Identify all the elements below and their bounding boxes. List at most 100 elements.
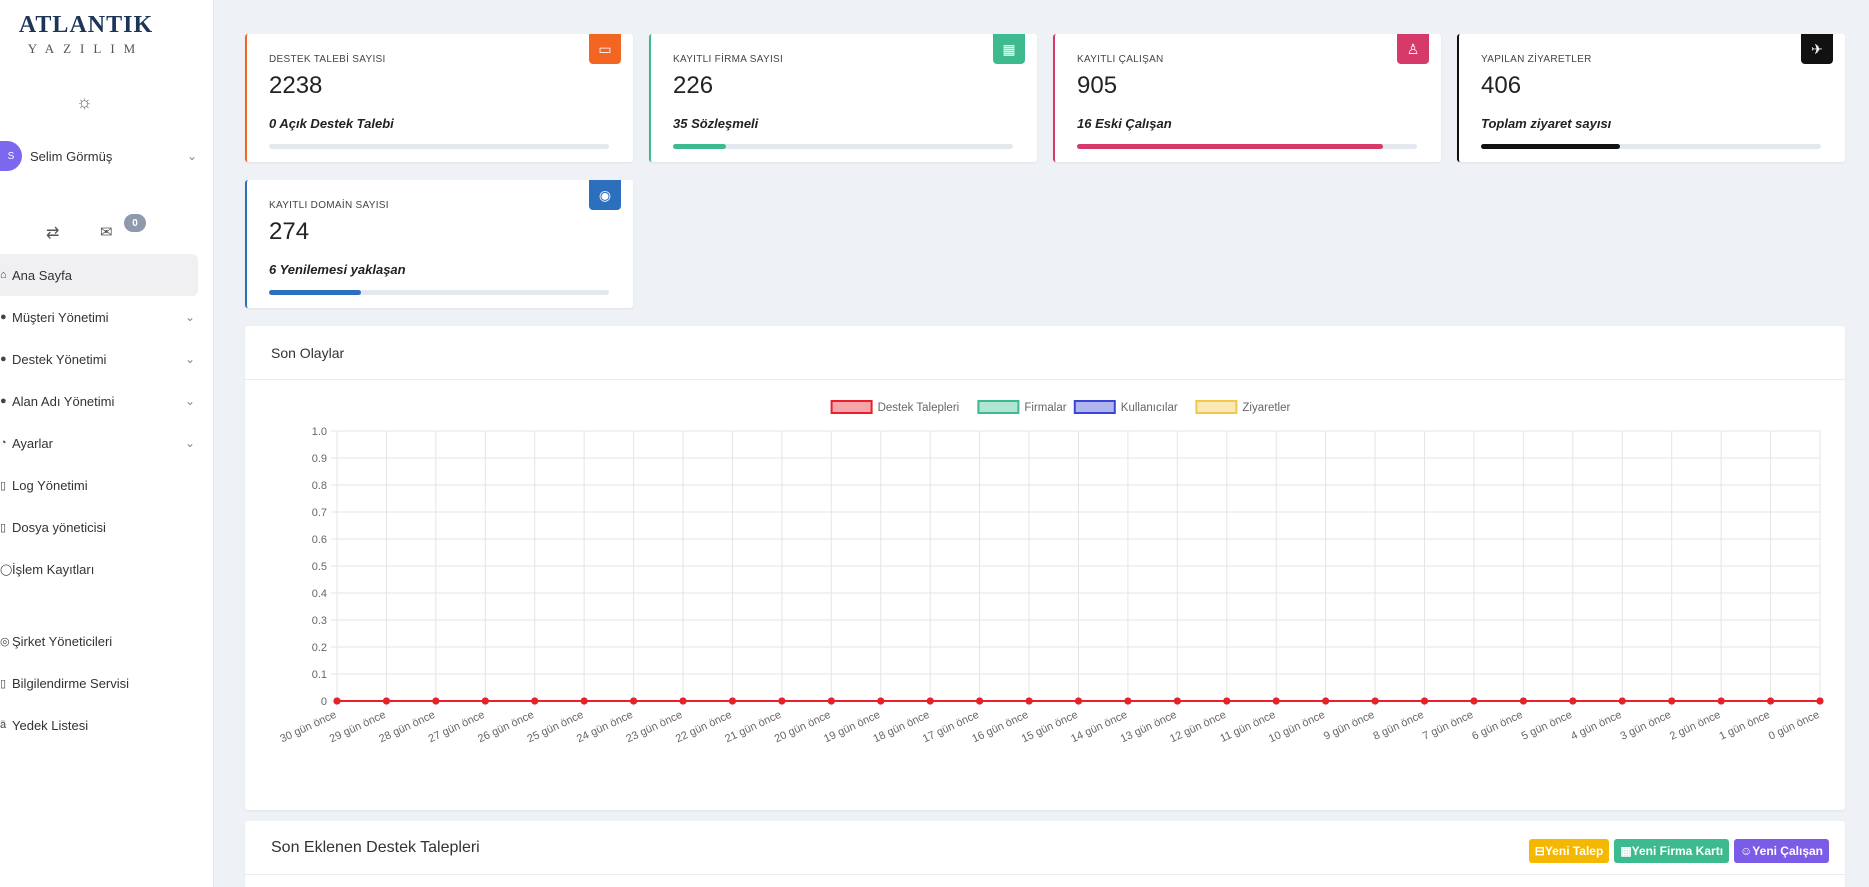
legend-label: Destek Talepleri (878, 402, 960, 414)
x-tick-label: 6 gün önce (1470, 709, 1524, 743)
legend-swatch (977, 400, 1020, 414)
data-point (1371, 697, 1379, 705)
y-tick-label: 0.4 (312, 588, 327, 600)
sidebar-item-label: Müşteri Yönetimi (12, 309, 109, 325)
sidebar-item-sirket-yoneticileri[interactable]: ◎ Şirket Yöneticileri (0, 620, 198, 662)
sidebar-item-musteri-yonetimi[interactable]: ● Müşteri Yönetimi ⌄ (0, 296, 198, 338)
data-point (1223, 697, 1231, 705)
y-tick-label: 0.3 (312, 615, 327, 627)
data-point (432, 697, 440, 705)
sidebar-item-label: Ayarlar (12, 435, 53, 451)
recent-tickets-card: Son Eklenen Destek Talepleri ⊟ Yeni Talep… (245, 821, 1845, 887)
swap-icon[interactable]: ⇄ (46, 223, 59, 243)
data-point (1717, 697, 1725, 705)
support-icon: ● (0, 353, 7, 365)
stat-card-domain[interactable]: KAYITLI DOMAİN SAYISI 274 6 Yenilemesi y… (245, 180, 633, 308)
sun-icon[interactable]: ☼ (76, 92, 93, 113)
logo[interactable]: ATLANTIK YAZILIM (0, 12, 172, 57)
globe-icon: ◉ (589, 180, 621, 210)
stat-title: KAYITLI ÇALIŞAN (1077, 54, 1164, 65)
progress-bar (1077, 144, 1417, 149)
data-point (1668, 697, 1676, 705)
sidebar-item-ayarlar[interactable]: ◔ Ayarlar ⌄ (0, 422, 198, 464)
data-point (1519, 697, 1527, 705)
new-employee-button[interactable]: ☺ Yeni Çalışan (1734, 839, 1829, 863)
ticket-icon: ⊟ (1534, 844, 1545, 858)
sidebar-item-label: Alan Adı Yönetimi (12, 393, 115, 409)
stat-card-calisan[interactable]: KAYITLI ÇALIŞAN 905 16 Eski Çalışan ♙ (1053, 34, 1441, 162)
data-point (1124, 697, 1132, 705)
sidebar-item-bilgilendirme-servisi[interactable]: ▯ Bilgilendirme Servisi (0, 662, 198, 704)
logo-text: ATLANTIK (18, 12, 154, 38)
sidebar-item-dosya-yoneticisi[interactable]: ▯ Dosya yöneticisi (0, 506, 198, 548)
stat-card-destek-talebi[interactable]: DESTEK TALEBİ SAYISI 2238 0 Açık Destek … (245, 34, 633, 162)
stat-title: DESTEK TALEBİ SAYISI (269, 54, 386, 65)
stat-subtitle: 35 Sözleşmeli (673, 116, 759, 131)
sidebar-item-alan-adi-yonetimi[interactable]: ● Alan Adı Yönetimi ⌄ (0, 380, 198, 422)
user-menu[interactable]: S Selim Görmüş ⌄ (0, 141, 200, 171)
data-point (382, 697, 390, 705)
progress-bar (269, 290, 609, 295)
legend-label: Ziyaretler (1242, 402, 1290, 414)
stat-card-ziyaretler[interactable]: YAPILAN ZİYARETLER 406 Toplam ziyaret sa… (1457, 34, 1845, 162)
chevron-down-icon: ⌄ (186, 149, 198, 163)
progress-bar (1481, 144, 1821, 149)
logo-subtext: YAZILIM (27, 41, 145, 56)
building-icon: ▦ (1620, 844, 1632, 858)
x-tick-label: 1 gün önce (1717, 709, 1771, 743)
y-tick-label: 0.5 (312, 561, 327, 573)
sidebar-item-ana-sayfa[interactable]: ⌂ Ana Sayfa (0, 254, 198, 296)
sidebar-nav: ⌂ Ana Sayfa ● Müşteri Yönetimi ⌄ ● Deste… (0, 254, 198, 746)
y-tick-label: 0.9 (312, 453, 327, 465)
data-point (1173, 697, 1181, 705)
y-tick-label: 0 (321, 696, 327, 708)
data-point (926, 697, 934, 705)
x-tick-label: 8 gün önce (1371, 709, 1425, 743)
chevron-down-icon: ⌄ (184, 394, 196, 408)
legend-swatch (1195, 400, 1238, 414)
user-actions: ⇄ ✉ 0 (0, 214, 200, 248)
x-tick-label: 10 gün önce (1267, 709, 1327, 745)
legend-swatch (1073, 400, 1116, 414)
y-tick-label: 1.0 (312, 426, 327, 438)
data-point (1816, 697, 1824, 705)
legend-swatch (830, 400, 873, 414)
sidebar-item-destek-yonetimi[interactable]: ● Destek Yönetimi ⌄ (0, 338, 198, 380)
settings-icon: ◔ (0, 437, 7, 449)
x-tick-label: 7 gün önce (1421, 709, 1475, 743)
message-count-badge: 0 (124, 214, 146, 232)
data-point (1767, 697, 1775, 705)
globe-icon: ● (0, 395, 7, 407)
stat-subtitle: 6 Yenilemesi yaklaşan (269, 262, 406, 277)
events-title: Son Olaylar (245, 326, 1845, 380)
data-point (1322, 697, 1330, 705)
y-tick-label: 0.8 (312, 480, 327, 492)
avatar: S (0, 141, 22, 171)
sidebar-item-islem-kayitlari[interactable]: ◯ İşlem Kayıtları (0, 548, 198, 590)
progress-fill (1077, 144, 1383, 149)
stat-value: 406 (1481, 72, 1522, 99)
data-point (827, 697, 835, 705)
mail-icon[interactable]: ✉ (100, 223, 113, 241)
data-point (531, 697, 539, 705)
x-tick-label: 12 gün önce (1168, 709, 1228, 745)
sidebar-item-log-yonetimi[interactable]: ▯ Log Yönetimi (0, 464, 198, 506)
y-tick-label: 0.6 (312, 534, 327, 546)
data-point (778, 697, 786, 705)
stat-value: 274 (269, 218, 310, 245)
customers-icon: ● (0, 311, 7, 323)
sidebar-item-yedek-listesi[interactable]: ä Yedek Listesi (0, 704, 198, 746)
new-ticket-button[interactable]: ⊟ Yeni Talep (1528, 839, 1610, 863)
stat-value: 905 (1077, 72, 1118, 99)
x-tick-label: 9 gün önce (1322, 709, 1376, 743)
stat-card-firma[interactable]: KAYITLI FİRMA SAYISI 226 35 Sözleşmeli ▦ (649, 34, 1037, 162)
user-icon: ♙ (1397, 34, 1429, 64)
new-company-card-button[interactable]: ▦ Yeni Firma Kartı (1614, 839, 1730, 863)
stat-subtitle: Toplam ziyaret sayısı (1481, 116, 1612, 131)
user-name: Selim Görmüş (30, 148, 113, 164)
x-tick-label: 2 gün önce (1668, 709, 1722, 743)
data-point (481, 697, 489, 705)
managers-icon: ◎ (0, 635, 10, 648)
ticket-actions: ⊟ Yeni Talep ▦ Yeni Firma Kartı ☺ Yeni Çalı… (1528, 839, 1829, 863)
sidebar-item-label: Dosya yöneticisi (12, 519, 106, 535)
